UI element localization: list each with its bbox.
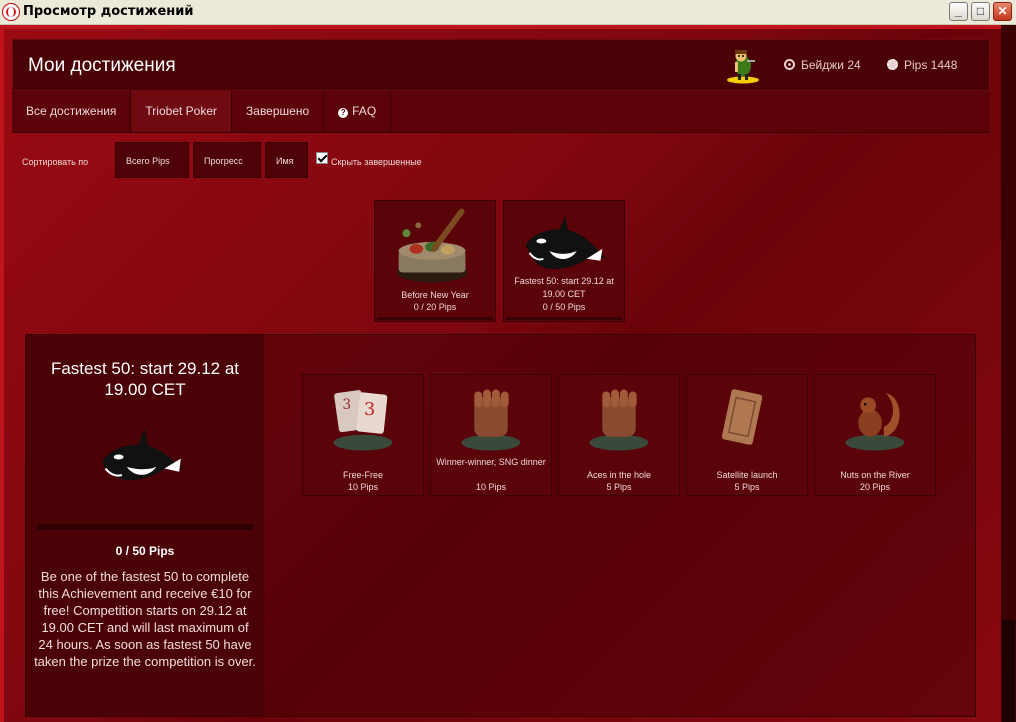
achievement-name: Aces in the hole	[586, 470, 652, 480]
achievement-name: Fastest 50: start 29.12 at 19.00 CET	[514, 276, 614, 299]
sort-by-progress-button[interactable]: Прогресс	[193, 142, 261, 178]
chips-pot-icon	[396, 208, 468, 283]
sort-label: Сортировать по	[22, 157, 89, 167]
vertical-scrollbar[interactable]	[1001, 25, 1016, 722]
detail-description: Be one of the fastest 50 to complete thi…	[34, 569, 256, 669]
fist-icon	[461, 389, 521, 451]
achievement-card[interactable]: Before New Year 0 / 20 Pips	[374, 200, 496, 322]
opera-logo-icon	[3, 4, 19, 20]
sort-by-name-button[interactable]: Имя	[265, 142, 308, 178]
window-title: Просмотр достижений	[23, 4, 194, 19]
pips-chip-icon	[887, 59, 898, 70]
orca-icon	[102, 427, 185, 481]
achievement-card[interactable]: 3 3 Free-Free 10 Pips	[302, 374, 424, 496]
achievement-card[interactable]: Satellite launch 5 Pips	[686, 374, 808, 496]
tab-faq-label: FAQ	[352, 104, 377, 118]
achievement-points: 5 Pips	[606, 482, 632, 492]
achievement-points: 0 / 20 Pips	[413, 302, 457, 312]
detail-pips: 0 / 50 Pips	[115, 544, 175, 558]
badges-counter: Бейджи 24	[784, 58, 861, 72]
fist-icon	[589, 389, 649, 451]
achievement-points: 10 Pips	[347, 482, 379, 492]
tab-completed[interactable]: Завершено	[232, 91, 325, 132]
achievement-progress-bar	[506, 317, 622, 320]
achievement-card[interactable]: Nuts on the River 20 Pips	[814, 374, 936, 496]
hide-completed-label: Скрыть завершенные	[331, 157, 422, 167]
tab-triobet-poker[interactable]: Triobet Poker	[131, 91, 233, 132]
achievement-name: Satellite launch	[716, 470, 778, 480]
detail-progress-bar	[37, 524, 253, 530]
ticket-icon	[721, 389, 763, 445]
detail-sidebar: Fastest 50: start 29.12 at 19.00 CET 0 /…	[26, 335, 264, 716]
squirrel-icon	[845, 393, 905, 451]
scrollbar-thumb[interactable]	[1002, 620, 1015, 722]
hide-completed-checkbox[interactable]	[316, 152, 328, 164]
avatar[interactable]	[725, 48, 761, 84]
achievement-points: 5 Pips	[734, 482, 760, 492]
achievement-points: 20 Pips	[859, 482, 891, 492]
svg-text:3: 3	[364, 400, 375, 420]
tab-all-achievements[interactable]: Все достижения	[12, 91, 132, 132]
tab-bar: Все достижения Triobet Poker Завершено ?…	[12, 91, 990, 133]
detail-title: Fastest 50: start 29.12 at 19.00 CET	[50, 359, 240, 399]
achievement-card[interactable]: Aces in the hole 5 Pips	[558, 374, 680, 496]
window-titlebar: Просмотр достижений _ □ ✕	[0, 0, 1016, 25]
page-title: Мои достижения	[28, 55, 176, 76]
pips-counter: Pips 1448	[887, 58, 957, 72]
achievement-name: Nuts on the River	[840, 470, 910, 480]
sort-by-total-pips-button[interactable]: Всего Pips	[115, 142, 189, 178]
app-content: Мои достижения Бейджи 24 Pips 1448 Все д…	[0, 25, 1016, 722]
tab-faq[interactable]: ? FAQ	[324, 91, 392, 132]
maximize-button[interactable]: □	[971, 2, 990, 21]
badges-label: Бейджи 24	[801, 58, 861, 72]
page-header: Мои достижения Бейджи 24 Pips 1448	[12, 39, 990, 91]
pips-label: Pips 1448	[904, 58, 958, 72]
achievement-points: 0 / 50 Pips	[542, 302, 586, 312]
achievement-name: Winner-winner, SNG dinner	[436, 457, 546, 467]
close-button[interactable]: ✕	[993, 2, 1012, 21]
achievement-points: 10 Pips	[475, 482, 507, 492]
achievement-card[interactable]: Winner-winner, SNG dinner 10 Pips	[430, 374, 552, 496]
help-question-icon: ?	[338, 108, 349, 118]
achievement-name: Free-Free	[342, 470, 383, 480]
achievement-card[interactable]: Fastest 50: start 29.12 at 19.00 CET 0 /…	[503, 200, 625, 322]
playing-cards-icon: 3 3	[333, 390, 393, 451]
achievement-progress-bar	[377, 317, 493, 320]
svg-text:3: 3	[342, 397, 351, 413]
achievement-name: Before New Year	[401, 290, 469, 300]
badge-icon	[784, 59, 795, 70]
minimize-button[interactable]: _	[949, 2, 968, 21]
